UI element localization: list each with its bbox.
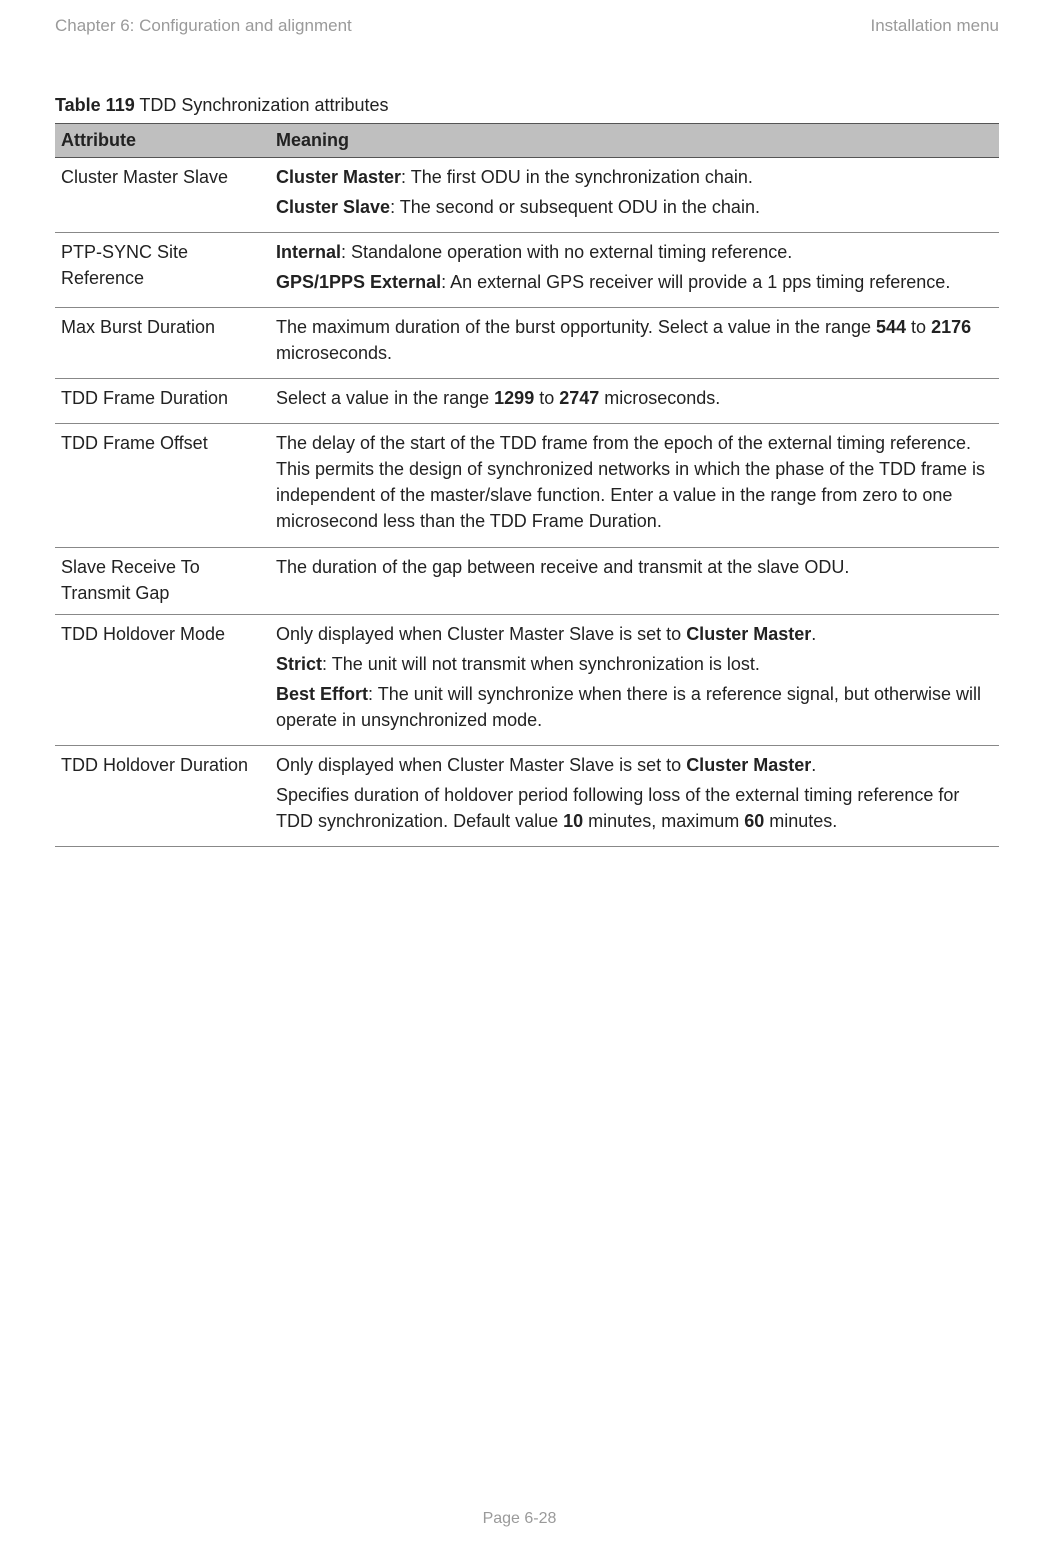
text: to <box>534 388 559 408</box>
cell-attribute: TDD Frame Duration <box>55 379 270 424</box>
text: to <box>906 317 931 337</box>
table-row: TDD Holdover Mode Only displayed when Cl… <box>55 614 999 745</box>
cell-attribute: Max Burst Duration <box>55 307 270 378</box>
text: The delay of the start of the TDD frame … <box>276 430 993 534</box>
term: Strict <box>276 654 322 674</box>
text: : An external GPS receiver will provide … <box>441 272 950 292</box>
attributes-table: Attribute Meaning Cluster Master Slave C… <box>55 123 999 847</box>
cell-meaning: The delay of the start of the TDD frame … <box>270 424 999 547</box>
text: The maximum duration of the burst opport… <box>276 317 876 337</box>
page-footer: Page 6-28 <box>0 1508 1039 1530</box>
term: GPS/1PPS External <box>276 272 441 292</box>
table-header-row: Attribute Meaning <box>55 124 999 157</box>
page-header: Chapter 6: Configuration and alignment I… <box>55 15 999 38</box>
term: Cluster Master <box>686 624 811 644</box>
table-caption: Table 119 TDD Synchronization attributes <box>55 93 999 117</box>
term: Best Effort <box>276 684 368 704</box>
cell-meaning: Only displayed when Cluster Master Slave… <box>270 614 999 745</box>
term: Cluster Master <box>276 167 401 187</box>
text: : The unit will synchronize when there i… <box>276 684 981 730</box>
cell-meaning: The duration of the gap between receive … <box>270 547 999 614</box>
text: Only displayed when Cluster Master Slave… <box>276 624 686 644</box>
text: . <box>811 755 816 775</box>
cell-attribute: Slave Receive To Transmit Gap <box>55 547 270 614</box>
text: : Standalone operation with no external … <box>341 242 792 262</box>
table-row: TDD Holdover Duration Only displayed whe… <box>55 746 999 847</box>
cell-attribute: TDD Frame Offset <box>55 424 270 547</box>
value: 1299 <box>494 388 534 408</box>
cell-attribute: Cluster Master Slave <box>55 157 270 232</box>
text: Only displayed when Cluster Master Slave… <box>276 755 686 775</box>
cell-meaning: The maximum duration of the burst opport… <box>270 307 999 378</box>
cell-meaning: Select a value in the range 1299 to 2747… <box>270 379 999 424</box>
text: minutes. <box>764 811 837 831</box>
text: The duration of the gap between receive … <box>276 554 993 580</box>
text: : The second or subsequent ODU in the ch… <box>390 197 760 217</box>
cell-meaning: Internal: Standalone operation with no e… <box>270 232 999 307</box>
table-row: Slave Receive To Transmit Gap The durati… <box>55 547 999 614</box>
cell-meaning: Cluster Master: The first ODU in the syn… <box>270 157 999 232</box>
table-row: Cluster Master Slave Cluster Master: The… <box>55 157 999 232</box>
table-row: TDD Frame Offset The delay of the start … <box>55 424 999 547</box>
table-row: TDD Frame Duration Select a value in the… <box>55 379 999 424</box>
value: 2176 <box>931 317 971 337</box>
page: Chapter 6: Configuration and alignment I… <box>0 0 1039 1555</box>
header-right: Installation menu <box>870 15 999 38</box>
text: microseconds. <box>276 343 392 363</box>
text: Select a value in the range <box>276 388 494 408</box>
col-meaning: Meaning <box>270 124 999 157</box>
term: Internal <box>276 242 341 262</box>
term: Cluster Slave <box>276 197 390 217</box>
value: 10 <box>563 811 583 831</box>
table-number: Table 119 <box>55 95 135 115</box>
text: microseconds. <box>599 388 720 408</box>
value: 60 <box>744 811 764 831</box>
value: 2747 <box>559 388 599 408</box>
cell-attribute: TDD Holdover Mode <box>55 614 270 745</box>
table-row: Max Burst Duration The maximum duration … <box>55 307 999 378</box>
text: minutes, maximum <box>583 811 744 831</box>
header-left: Chapter 6: Configuration and alignment <box>55 15 352 38</box>
table-row: PTP-SYNC Site Reference Internal: Standa… <box>55 232 999 307</box>
cell-meaning: Only displayed when Cluster Master Slave… <box>270 746 999 847</box>
term: Cluster Master <box>686 755 811 775</box>
text: : The unit will not transmit when synchr… <box>322 654 760 674</box>
value: 544 <box>876 317 906 337</box>
cell-attribute: TDD Holdover Duration <box>55 746 270 847</box>
text: : The first ODU in the synchronization c… <box>401 167 753 187</box>
text: . <box>811 624 816 644</box>
cell-attribute: PTP-SYNC Site Reference <box>55 232 270 307</box>
table-title: TDD Synchronization attributes <box>135 95 389 115</box>
col-attribute: Attribute <box>55 124 270 157</box>
